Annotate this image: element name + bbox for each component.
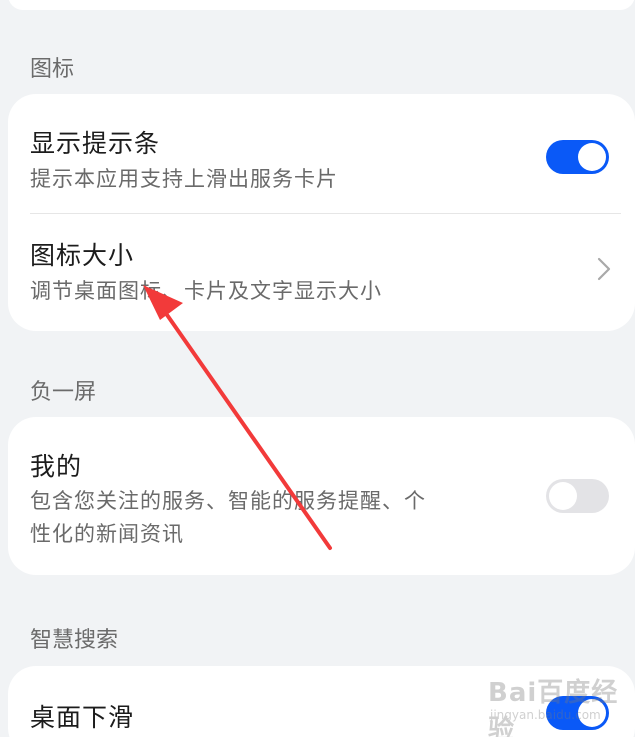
- section-title-smart-search: 智慧搜索: [30, 628, 119, 653]
- section-title-minus-one-screen: 负一屏: [30, 380, 97, 405]
- mine-row[interactable]: 我的 包含您关注的服务、智能的服务提醒、个 性化的新闻资讯: [8, 417, 635, 575]
- icon-size-row[interactable]: 图标大小 调节桌面图标、卡片及文字显示大小: [8, 214, 635, 331]
- icon-size-subtitle: 调节桌面图标、卡片及文字显示大小: [30, 279, 382, 303]
- toggle-knob: [578, 143, 606, 171]
- toggle-knob: [578, 699, 606, 727]
- chevron-right-icon: [597, 257, 611, 281]
- section-title-icons: 图标: [30, 57, 75, 82]
- desktop-swipe-down-row[interactable]: 桌面下滑: [8, 666, 635, 737]
- icon-size-title: 图标大小: [30, 241, 135, 270]
- icons-settings-card: 显示提示条 提示本应用支持上滑出服务卡片 图标大小 调节桌面图标、卡片及文字显示…: [8, 94, 635, 331]
- show-hint-bar-subtitle: 提示本应用支持上滑出服务卡片: [30, 167, 338, 191]
- show-hint-bar-title: 显示提示条: [30, 129, 161, 158]
- desktop-swipe-down-title: 桌面下滑: [30, 703, 135, 732]
- settings-page: 图标 显示提示条 提示本应用支持上滑出服务卡片 图标大小 调节桌面图标、卡片及文…: [0, 0, 635, 737]
- mine-title: 我的: [30, 452, 83, 481]
- mine-subtitle-line1: 包含您关注的服务、智能的服务提醒、个: [30, 489, 426, 513]
- desktop-swipe-down-toggle[interactable]: [546, 696, 609, 730]
- previous-settings-card: [8, 0, 635, 10]
- toggle-knob: [549, 482, 577, 510]
- show-hint-bar-toggle[interactable]: [546, 140, 609, 174]
- mine-toggle[interactable]: [546, 479, 609, 513]
- smart-search-card: 桌面下滑: [8, 666, 635, 737]
- show-hint-bar-row[interactable]: 显示提示条 提示本应用支持上滑出服务卡片: [8, 94, 635, 212]
- mine-subtitle-line2: 性化的新闻资讯: [30, 522, 184, 546]
- minus-one-screen-card: 我的 包含您关注的服务、智能的服务提醒、个 性化的新闻资讯: [8, 417, 635, 575]
